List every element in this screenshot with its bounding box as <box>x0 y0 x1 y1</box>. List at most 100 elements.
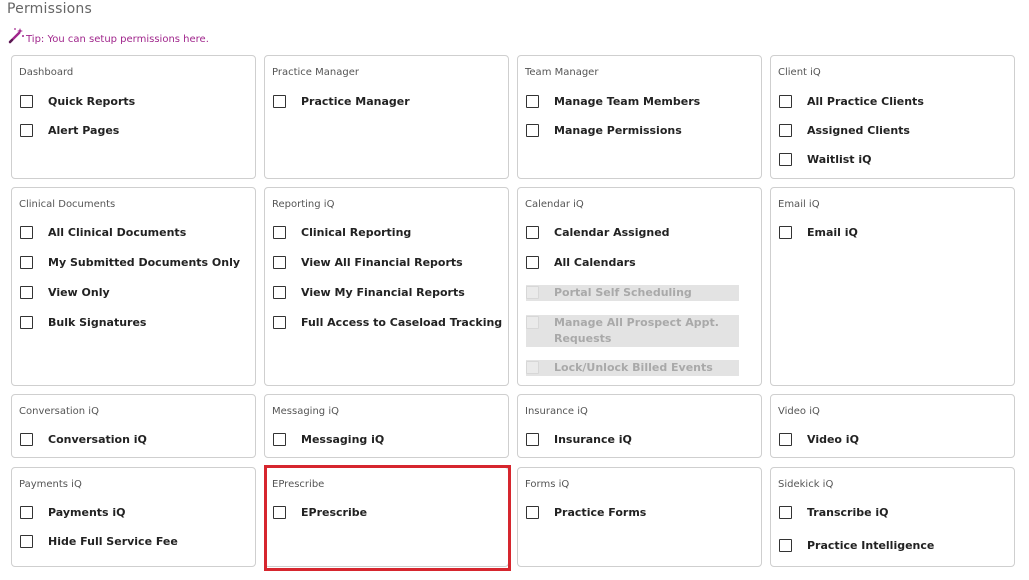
permission-transcribe-iq[interactable]: Transcribe iQ <box>779 505 889 521</box>
checkbox[interactable] <box>526 95 539 108</box>
option-label: Transcribe iQ <box>807 506 889 519</box>
permission-conversation-iq[interactable]: Conversation iQ <box>20 432 147 448</box>
option-label: Assigned Clients <box>807 124 910 137</box>
checkbox[interactable] <box>273 316 286 329</box>
checkbox[interactable] <box>779 95 792 108</box>
checkbox[interactable] <box>20 535 33 548</box>
card-title: Insurance iQ <box>525 406 588 417</box>
permission-email-iq[interactable]: Email iQ <box>779 225 858 241</box>
permission-clinical-reporting[interactable]: Clinical Reporting <box>273 225 411 241</box>
tip-row: Tip: You can setup permissions here. <box>7 27 209 45</box>
card-payments-iq: Payments iQ Payments iQ Hide Full Servic… <box>11 467 256 567</box>
checkbox[interactable] <box>779 153 792 166</box>
checkbox[interactable] <box>779 506 792 519</box>
card-reporting-iq: Reporting iQ Clinical Reporting View All… <box>264 187 509 386</box>
permission-calendar-assigned[interactable]: Calendar Assigned <box>526 225 670 241</box>
permission-alert-pages[interactable]: Alert Pages <box>20 123 119 139</box>
option-label: View My Financial Reports <box>301 286 465 299</box>
option-label: Practice Intelligence <box>807 539 935 552</box>
permission-assigned-clients[interactable]: Assigned Clients <box>779 123 910 139</box>
permission-portal-self-scheduling: Portal Self Scheduling <box>526 285 739 301</box>
permission-payments-iq[interactable]: Payments iQ <box>20 505 126 521</box>
permission-my-submitted-documents-only[interactable]: My Submitted Documents Only <box>20 255 240 271</box>
checkbox[interactable] <box>20 124 33 137</box>
card-dashboard: Dashboard Quick Reports Alert Pages <box>11 55 256 179</box>
permission-all-calendars[interactable]: All Calendars <box>526 255 636 271</box>
magic-wand-icon <box>8 28 24 44</box>
option-label: Portal Self Scheduling <box>554 286 692 299</box>
permission-waitlist-iq[interactable]: Waitlist iQ <box>779 152 872 168</box>
option-label: Messaging iQ <box>301 433 385 446</box>
permission-practice-intelligence[interactable]: Practice Intelligence <box>779 538 934 554</box>
card-forms-iq: Forms iQ Practice Forms <box>517 467 762 567</box>
permission-full-access-caseload-tracking[interactable]: Full Access to Caseload Tracking <box>273 315 502 331</box>
checkbox[interactable] <box>273 226 286 239</box>
option-label: Waitlist iQ <box>807 153 872 166</box>
permission-manage-team-members[interactable]: Manage Team Members <box>526 94 700 110</box>
checkbox[interactable] <box>20 433 33 446</box>
checkbox[interactable] <box>273 286 286 299</box>
permission-view-all-financial-reports[interactable]: View All Financial Reports <box>273 255 463 271</box>
checkbox[interactable] <box>526 256 539 269</box>
checkbox[interactable] <box>779 226 792 239</box>
checkbox <box>526 316 539 329</box>
checkbox[interactable] <box>273 256 286 269</box>
card-title: Reporting iQ <box>272 199 335 210</box>
option-label: Manage All Prospect Appt. Requests <box>554 316 719 345</box>
option-label: All Calendars <box>554 256 636 269</box>
checkbox[interactable] <box>20 286 33 299</box>
option-label: Payments iQ <box>48 506 126 519</box>
option-label: Practice Forms <box>554 506 647 519</box>
option-label: Calendar Assigned <box>554 226 670 239</box>
checkbox[interactable] <box>20 226 33 239</box>
permission-insurance-iq[interactable]: Insurance iQ <box>526 432 632 448</box>
permission-eprescribe[interactable]: EPrescribe <box>273 505 367 521</box>
option-label: Practice Manager <box>301 95 410 108</box>
permission-bulk-signatures[interactable]: Bulk Signatures <box>20 315 146 331</box>
card-title: Clinical Documents <box>19 199 116 210</box>
card-sidekick-iq: Sidekick iQ Transcribe iQ Practice Intel… <box>770 467 1015 567</box>
permission-messaging-iq[interactable]: Messaging iQ <box>273 432 384 448</box>
option-label: Insurance iQ <box>554 433 632 446</box>
checkbox[interactable] <box>779 433 792 446</box>
option-label: Manage Team Members <box>554 95 701 108</box>
checkbox[interactable] <box>273 506 286 519</box>
permission-manage-permissions[interactable]: Manage Permissions <box>526 123 682 139</box>
option-label: Quick Reports <box>48 95 136 108</box>
checkbox[interactable] <box>273 433 286 446</box>
card-title: Conversation iQ <box>19 406 99 417</box>
card-messaging-iq: Messaging iQ Messaging iQ <box>264 394 509 458</box>
permission-video-iq[interactable]: Video iQ <box>779 432 859 448</box>
checkbox <box>526 361 539 374</box>
permission-quick-reports[interactable]: Quick Reports <box>20 94 135 110</box>
permission-all-practice-clients[interactable]: All Practice Clients <box>779 94 924 110</box>
option-label: Hide Full Service Fee <box>48 535 178 548</box>
option-label: All Practice Clients <box>807 95 924 108</box>
card-conversation-iq: Conversation iQ Conversation iQ <box>11 394 256 458</box>
checkbox[interactable] <box>526 433 539 446</box>
checkbox[interactable] <box>526 226 539 239</box>
permission-view-only[interactable]: View Only <box>20 285 110 301</box>
checkbox[interactable] <box>20 256 33 269</box>
option-label: View All Financial Reports <box>301 256 463 269</box>
option-label: Bulk Signatures <box>48 316 147 329</box>
checkbox[interactable] <box>779 539 792 552</box>
permission-all-clinical-documents[interactable]: All Clinical Documents <box>20 225 186 241</box>
option-label: View Only <box>48 286 110 299</box>
checkbox[interactable] <box>20 316 33 329</box>
permission-practice-manager[interactable]: Practice Manager <box>273 94 410 110</box>
checkbox[interactable] <box>526 506 539 519</box>
card-team-manager: Team Manager Manage Team Members Manage … <box>517 55 762 179</box>
card-email-iq: Email iQ Email iQ <box>770 187 1015 386</box>
checkbox[interactable] <box>20 506 33 519</box>
checkbox[interactable] <box>20 95 33 108</box>
card-practice-manager: Practice Manager Practice Manager <box>264 55 509 179</box>
checkbox[interactable] <box>273 95 286 108</box>
checkbox[interactable] <box>526 124 539 137</box>
permission-hide-full-service-fee[interactable]: Hide Full Service Fee <box>20 534 178 550</box>
card-calendar-iq: Calendar iQ Calendar Assigned All Calend… <box>517 187 762 386</box>
permission-practice-forms[interactable]: Practice Forms <box>526 505 646 521</box>
checkbox[interactable] <box>779 124 792 137</box>
option-label: Manage Permissions <box>554 124 682 137</box>
permission-view-my-financial-reports[interactable]: View My Financial Reports <box>273 285 465 301</box>
